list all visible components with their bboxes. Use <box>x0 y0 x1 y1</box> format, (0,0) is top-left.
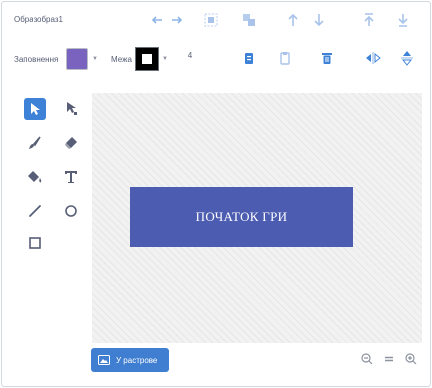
outline-dropdown-icon[interactable]: ▼ <box>162 56 168 62</box>
zoom-in-icon[interactable] <box>404 352 418 366</box>
front-icon[interactable] <box>360 11 378 29</box>
brush-tool[interactable] <box>24 132 46 154</box>
outline-color-swatch[interactable] <box>135 47 159 71</box>
start-game-text: ПОЧАТОК ГРИ <box>195 209 288 224</box>
fill-color-swatch[interactable] <box>66 48 88 70</box>
ungroup-icon[interactable] <box>240 11 258 29</box>
redo-icon[interactable] <box>168 11 186 29</box>
text-icon <box>65 171 77 183</box>
delete-icon[interactable] <box>318 49 336 67</box>
undo-icon[interactable] <box>148 11 166 29</box>
zoom-reset-icon[interactable] <box>382 352 396 366</box>
circle-icon <box>65 205 77 217</box>
flip-horizontal-icon[interactable] <box>364 49 382 67</box>
convert-to-bitmap-label: У растрове <box>116 355 158 365</box>
select-icon <box>31 103 40 115</box>
stroke-width-input[interactable]: 4 <box>180 51 200 65</box>
fill-label: Заповнення <box>14 55 59 64</box>
back-icon[interactable] <box>394 11 412 29</box>
rectangle-icon <box>29 237 41 249</box>
bitmap-icon <box>98 355 110 365</box>
brush-icon <box>29 136 41 149</box>
line-icon <box>29 205 41 217</box>
fill-tool[interactable] <box>24 166 46 188</box>
outline-inner <box>142 54 152 64</box>
rectangle-tool[interactable] <box>24 232 46 254</box>
costume-name-input[interactable] <box>33 12 117 26</box>
fill-icon <box>28 171 42 183</box>
circle-tool[interactable] <box>60 200 82 222</box>
text-tool[interactable] <box>60 166 82 188</box>
forward-icon[interactable] <box>284 11 302 29</box>
reshape-icon <box>67 102 77 115</box>
group-icon[interactable] <box>202 11 220 29</box>
eraser-tool[interactable] <box>60 132 82 154</box>
reshape-tool[interactable] <box>60 98 82 120</box>
select-tool[interactable] <box>24 98 46 120</box>
start-game-shape[interactable]: ПОЧАТОК ГРИ <box>130 187 353 247</box>
zoom-out-icon[interactable] <box>360 352 374 366</box>
copy-icon[interactable] <box>240 49 258 67</box>
backward-icon[interactable] <box>310 11 328 29</box>
outline-label: Межа <box>111 55 132 64</box>
flip-vertical-icon[interactable] <box>398 49 416 67</box>
convert-to-bitmap-button[interactable]: У растрове <box>91 348 169 372</box>
paste-icon[interactable] <box>276 49 294 67</box>
eraser-icon <box>65 137 77 149</box>
line-tool[interactable] <box>24 200 46 222</box>
fill-dropdown-icon[interactable]: ▼ <box>92 56 98 62</box>
